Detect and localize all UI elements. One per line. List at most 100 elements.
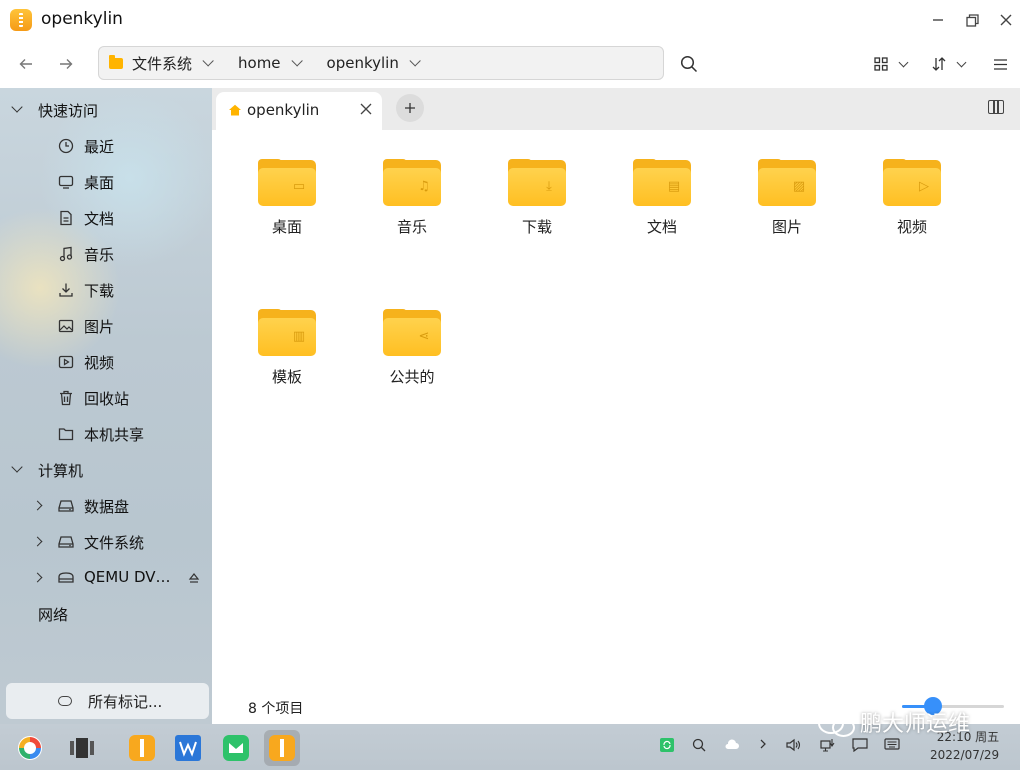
breadcrumb[interactable]: 文件系统 home openkylin <box>98 46 664 80</box>
file-manager-app-icon <box>10 9 32 31</box>
sidebar-section-network[interactable]: 网络 <box>0 596 212 632</box>
taskbar-app-file-manager-active[interactable] <box>264 730 300 766</box>
start-menu-button[interactable] <box>12 730 48 766</box>
clock-icon <box>58 138 74 154</box>
templates-folder-icon: ▥ <box>258 309 316 356</box>
sidebar-item-recent[interactable]: 最近 <box>0 128 212 164</box>
notification-icon[interactable] <box>852 738 868 752</box>
restore-icon <box>965 13 979 27</box>
volume-icon[interactable] <box>786 738 802 752</box>
back-button[interactable] <box>14 52 38 76</box>
sidebar-item-pictures[interactable]: 图片 <box>0 308 212 344</box>
sidebar-item-filesystem[interactable]: 文件系统 <box>0 524 212 560</box>
folder-item-pictures[interactable]: ▨ 图片 <box>737 159 837 237</box>
item-count: 8 个项目 <box>248 701 304 717</box>
arrow-left-icon <box>19 59 32 69</box>
folder-item-documents[interactable]: ▤ 文档 <box>612 159 712 237</box>
tag-icon <box>58 696 72 706</box>
folder-label: 文档 <box>646 218 677 236</box>
sidebar-item-local-share[interactable]: 本机共享 <box>0 416 212 452</box>
chevron-down-icon[interactable] <box>11 101 23 113</box>
menu-button[interactable] <box>994 52 1007 76</box>
sidebar: 快速访问 最近 桌面 文档 音乐 下载 图片 视频 回收站 本机共享 计算机 数… <box>0 88 212 724</box>
sidebar-item-desktop[interactable]: 桌面 <box>0 164 212 200</box>
sidebar-item-label: 回收站 <box>84 390 130 408</box>
breadcrumb-home[interactable]: home <box>238 54 303 72</box>
chevron-down-icon[interactable] <box>291 55 303 67</box>
toolbar: 文件系统 home openkylin <box>0 40 1020 88</box>
start-menu-icon <box>18 736 42 760</box>
sidebar-item-label: 音乐 <box>84 246 115 264</box>
forward-button[interactable] <box>54 52 78 76</box>
minimize-button[interactable] <box>926 8 950 32</box>
taskbar-app-wps[interactable] <box>170 730 206 766</box>
folder-label: 下载 <box>521 218 552 236</box>
all-tags-button[interactable]: 所有标记... <box>6 683 209 719</box>
folder-item-templates[interactable]: ▥ 模板 <box>237 309 337 387</box>
sidebar-section-quick-access[interactable]: 快速访问 <box>0 92 212 128</box>
window-title: openkylin <box>41 9 123 29</box>
chevron-down-icon[interactable] <box>409 55 421 67</box>
arrow-right-icon <box>60 59 73 69</box>
sidebar-item-videos[interactable]: 视频 <box>0 344 212 380</box>
wps-office-icon <box>175 735 201 761</box>
add-tab-button[interactable] <box>396 94 424 122</box>
close-tab-button[interactable] <box>360 100 372 119</box>
breadcrumb-label: home <box>238 54 281 72</box>
home-icon <box>229 104 241 116</box>
chevron-down-icon[interactable] <box>202 55 214 67</box>
chevron-down-icon <box>956 57 967 67</box>
chevron-right-icon[interactable] <box>32 500 43 511</box>
folder-item-public[interactable]: ⋖ 公共的 <box>362 309 462 387</box>
documents-folder-icon: ▤ <box>633 159 691 206</box>
folder-outline-icon <box>58 428 74 441</box>
toggle-detail-panel-button[interactable] <box>988 100 1004 114</box>
chevron-right-icon[interactable] <box>758 738 768 750</box>
sync-icon[interactable] <box>660 738 674 752</box>
pictures-folder-icon: ▨ <box>758 159 816 206</box>
tab-openkylin[interactable]: openkylin <box>216 92 382 130</box>
breadcrumb-openkylin[interactable]: openkylin <box>327 54 421 72</box>
chevron-right-icon[interactable] <box>32 536 43 547</box>
folder-item-desktop[interactable]: ▭ 桌面 <box>237 159 337 237</box>
cloud-icon[interactable] <box>724 738 740 750</box>
taskbar-app-file-manager-pinned[interactable] <box>124 730 160 766</box>
folder-item-videos[interactable]: ▷ 视频 <box>862 159 962 237</box>
network-icon[interactable] <box>820 738 836 752</box>
sidebar-item-label: 视频 <box>84 354 115 372</box>
watermark: 鹏大师运维 <box>816 706 970 738</box>
chevron-down-icon[interactable] <box>11 461 23 473</box>
breadcrumb-filesystem[interactable]: 文件系统 <box>109 53 214 74</box>
keyboard-icon[interactable] <box>884 738 900 750</box>
sidebar-item-trash[interactable]: 回收站 <box>0 380 212 416</box>
sidebar-section-label: 快速访问 <box>38 102 99 120</box>
sidebar-item-documents[interactable]: 文档 <box>0 200 212 236</box>
folder-item-downloads[interactable]: ⤓ 下载 <box>487 159 587 237</box>
eject-icon[interactable] <box>188 572 200 584</box>
monitor-icon <box>58 175 74 189</box>
sidebar-item-music[interactable]: 音乐 <box>0 236 212 272</box>
folder-item-music[interactable]: ♫ 音乐 <box>362 159 462 237</box>
watermark-text: 鹏大师运维 <box>860 712 971 737</box>
folder-label: 模板 <box>271 368 302 386</box>
sidebar-item-data-disk[interactable]: 数据盘 <box>0 488 212 524</box>
download-folder-icon: ⤓ <box>508 159 566 206</box>
close-window-button[interactable] <box>994 8 1018 32</box>
trash-icon <box>60 390 72 406</box>
multitask-view-button[interactable] <box>64 730 100 766</box>
sort-button[interactable] <box>932 52 967 76</box>
view-mode-button[interactable] <box>874 52 909 76</box>
tab-label: openkylin <box>247 101 320 119</box>
taskbar-app-mail[interactable] <box>218 730 254 766</box>
search-icon[interactable] <box>692 738 706 752</box>
clock-date: 2022/07/29 <box>930 748 1000 762</box>
restore-button[interactable] <box>960 8 984 32</box>
search-button[interactable] <box>680 52 698 76</box>
sidebar-item-qemu-dvd[interactable]: QEMU DV… <box>0 560 212 596</box>
chevron-right-icon[interactable] <box>32 572 43 583</box>
sidebar-item-downloads[interactable]: 下载 <box>0 272 212 308</box>
sidebar-section-label: 计算机 <box>38 462 84 480</box>
file-manager-window: openkylin 文件系统 home openkylin 快速访问 最近 桌面… <box>0 0 1020 724</box>
sidebar-section-computer[interactable]: 计算机 <box>0 452 212 488</box>
file-view: ▭ 桌面 ♫ 音乐 ⤓ 下载 ▤ 文档 ▨ 图片 ▷ 视频 ▥ 模板 ⋖ 公共的 <box>212 130 1020 724</box>
